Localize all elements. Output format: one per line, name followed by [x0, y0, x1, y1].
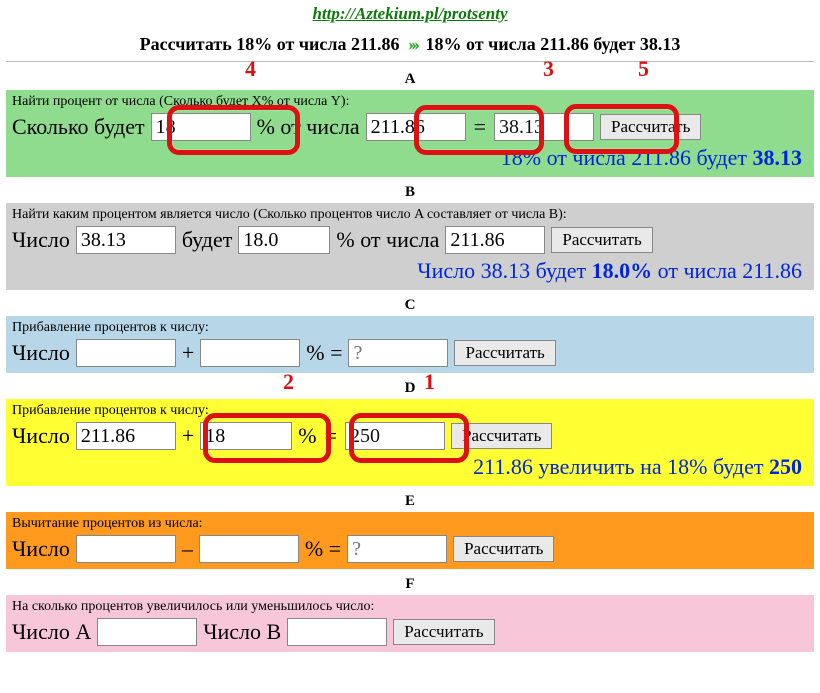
label-chislo-e: Число — [12, 536, 70, 562]
eq-sign-d: = — [323, 423, 339, 449]
panel-f-caption: На сколько процентов увеличилось или уме… — [12, 599, 808, 615]
result-line-a: 18% от числа 211.86 будет 38.13 — [12, 141, 808, 171]
input-e-a[interactable] — [76, 535, 176, 563]
result-b-suffix: от числа 211.86 — [652, 258, 802, 283]
headline-left: Рассчитать 18% от числа 211.86 — [140, 34, 400, 54]
panel-b-caption: Найти каким процентом является число (Ск… — [12, 207, 808, 223]
pct-sign-d: % — [298, 423, 316, 449]
section-letter-e: E — [6, 490, 814, 512]
input-f-a[interactable] — [97, 618, 197, 646]
panel-f: На сколько процентов увеличилось или уме… — [6, 595, 814, 652]
result-b-bold: 18.0% — [592, 258, 653, 283]
calc-button-c[interactable]: Рассчитать — [454, 340, 555, 366]
input-c-pct[interactable] — [200, 339, 300, 367]
source-url-link[interactable]: http://Aztekium.pl/protsenty — [312, 4, 507, 23]
input-d-pct[interactable] — [200, 422, 292, 450]
output-e-result[interactable] — [347, 535, 447, 563]
result-b-prefix: Число 38.13 будет — [417, 258, 591, 283]
equals-sign: = — [472, 114, 488, 140]
panel-c-caption: Прибавление процентов к числу: — [12, 320, 808, 336]
label-chislo-c: Число — [12, 340, 70, 366]
output-c-result[interactable] — [348, 339, 448, 367]
input-a-number[interactable] — [366, 113, 466, 141]
result-d-prefix: 211.86 увеличить на 18% будет — [473, 454, 769, 479]
input-c-a[interactable] — [76, 339, 176, 367]
result-line-d: 211.86 увеличить на 18% будет 250 — [12, 450, 808, 480]
label-chislo-b1: Число — [12, 227, 70, 253]
result-a-bold: 38.13 — [753, 145, 803, 170]
minus-sign-e: – — [182, 536, 193, 562]
input-f-b[interactable] — [287, 618, 387, 646]
panel-d-caption: Прибавление процентов к числу: — [12, 403, 808, 419]
plus-sign-d: + — [182, 423, 194, 449]
result-a-prefix: 18% от числа 211.86 будет — [501, 145, 753, 170]
panel-b: Найти каким процентом является число (Ск… — [6, 203, 814, 290]
label-skolko-budet: Сколько будет — [12, 114, 145, 140]
section-letter-b: B — [6, 181, 814, 203]
result-line-b: Число 38.13 будет 18.0% от числа 211.86 — [12, 254, 808, 284]
headline-right: 18% от числа 211.86 будет 38.13 — [425, 34, 680, 54]
input-b-a[interactable] — [76, 226, 176, 254]
label-chislo-d: Число — [12, 423, 70, 449]
section-letter-a: A — [6, 68, 814, 90]
panel-e: Вычитание процентов из числа: Число – % … — [6, 512, 814, 569]
input-b-pct[interactable] — [238, 226, 330, 254]
label-chislo-b-f: Число B — [203, 619, 281, 645]
result-d-bold: 250 — [769, 454, 802, 479]
output-a-result[interactable] — [494, 113, 594, 141]
label-budet: будет — [182, 227, 233, 253]
divider — [6, 61, 814, 62]
label-pct-of-b: % от числа — [336, 227, 439, 253]
label-percent-of: % от числа — [257, 114, 360, 140]
pct-eq-e: % = — [305, 536, 341, 562]
plus-sign-c: + — [182, 340, 194, 366]
input-e-pct[interactable] — [199, 535, 299, 563]
panel-d: Прибавление процентов к числу: Число + %… — [6, 399, 814, 486]
page-headline: Рассчитать 18% от числа 211.86 ››› 18% о… — [6, 32, 814, 61]
panel-e-caption: Вычитание процентов из числа: — [12, 516, 808, 532]
input-a-percent[interactable] — [151, 113, 251, 141]
panel-a: Найти процент от числа (Сколько будет X%… — [6, 90, 814, 177]
panel-c: Прибавление процентов к числу: Число + %… — [6, 316, 814, 373]
input-d-a[interactable] — [76, 422, 176, 450]
panel-a-caption: Найти процент от числа (Сколько будет X%… — [12, 94, 808, 110]
section-letter-f: F — [6, 573, 814, 595]
calc-button-b[interactable]: Рассчитать — [551, 227, 652, 253]
section-letter-d: D — [6, 377, 814, 399]
calc-button-f[interactable]: Рассчитать — [393, 619, 494, 645]
chevrons-icon: ››› — [404, 34, 421, 54]
pct-eq-c: % = — [306, 340, 342, 366]
section-letter-c: C — [6, 294, 814, 316]
calc-button-d[interactable]: Рассчитать — [451, 423, 552, 449]
calc-button-a[interactable]: Рассчитать — [600, 114, 701, 140]
calc-button-e[interactable]: Рассчитать — [453, 536, 554, 562]
output-d-result[interactable] — [345, 422, 445, 450]
label-chislo-a-f: Число A — [12, 619, 91, 645]
input-b-b[interactable] — [445, 226, 545, 254]
